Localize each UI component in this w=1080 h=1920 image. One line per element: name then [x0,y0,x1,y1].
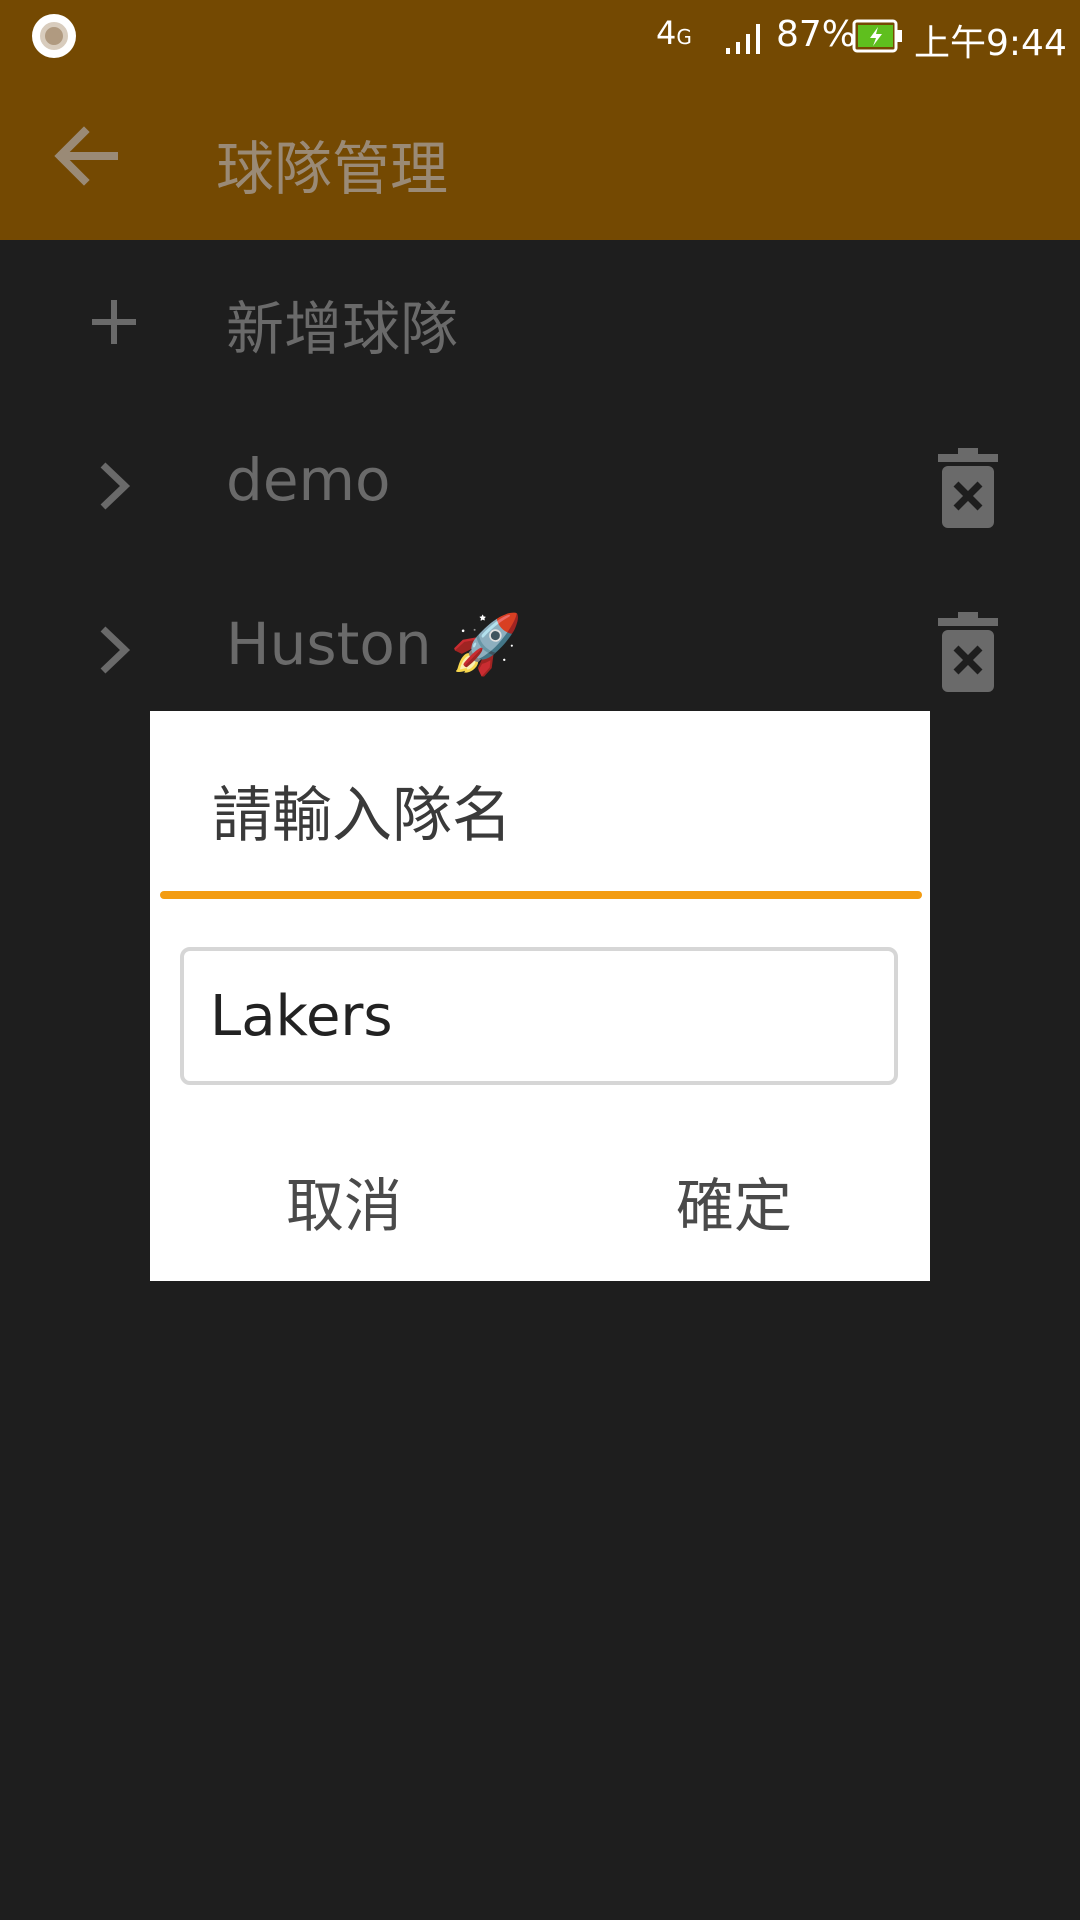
trash-delete-icon [938,448,998,528]
arrow-left-icon [54,126,118,186]
back-button[interactable] [40,116,130,196]
battery-percent: 87% [776,14,857,55]
team-row-demo[interactable]: demo [0,404,1080,568]
app-bar: 球隊管理 [0,72,1080,240]
add-team-row[interactable]: 新增球隊 [0,240,1080,404]
team-name-dialog: 請輸入隊名 取消 確定 [150,711,930,1281]
delete-team-button[interactable] [930,608,1006,696]
confirm-button[interactable]: 確定 [614,1151,854,1251]
chevron-right-icon [76,608,152,692]
cancel-button[interactable]: 取消 [224,1151,464,1251]
add-team-label: 新增球隊 [226,295,459,363]
dialog-title: 請輸入隊名 [212,781,512,851]
team-row-huston[interactable]: Huston 🚀 [0,568,1080,732]
network-type: 4G [656,14,692,52]
dialog-divider [160,891,922,899]
plus-icon [76,280,152,364]
page-title: 球隊管理 [216,135,449,203]
team-name: Huston 🚀 [226,610,523,678]
status-time: 上午9:44 [914,23,1067,64]
team-name: demo [226,446,391,514]
delete-team-button[interactable] [930,444,1006,532]
trash-delete-icon [938,612,998,692]
signal-strength-icon [726,24,760,54]
team-name-input[interactable] [180,947,898,1085]
battery-charging-icon [852,19,902,53]
chevron-right-icon [76,444,152,528]
status-bar: 4G 87% 上午9:44 [0,0,1080,72]
notification-app-icon [32,14,76,58]
